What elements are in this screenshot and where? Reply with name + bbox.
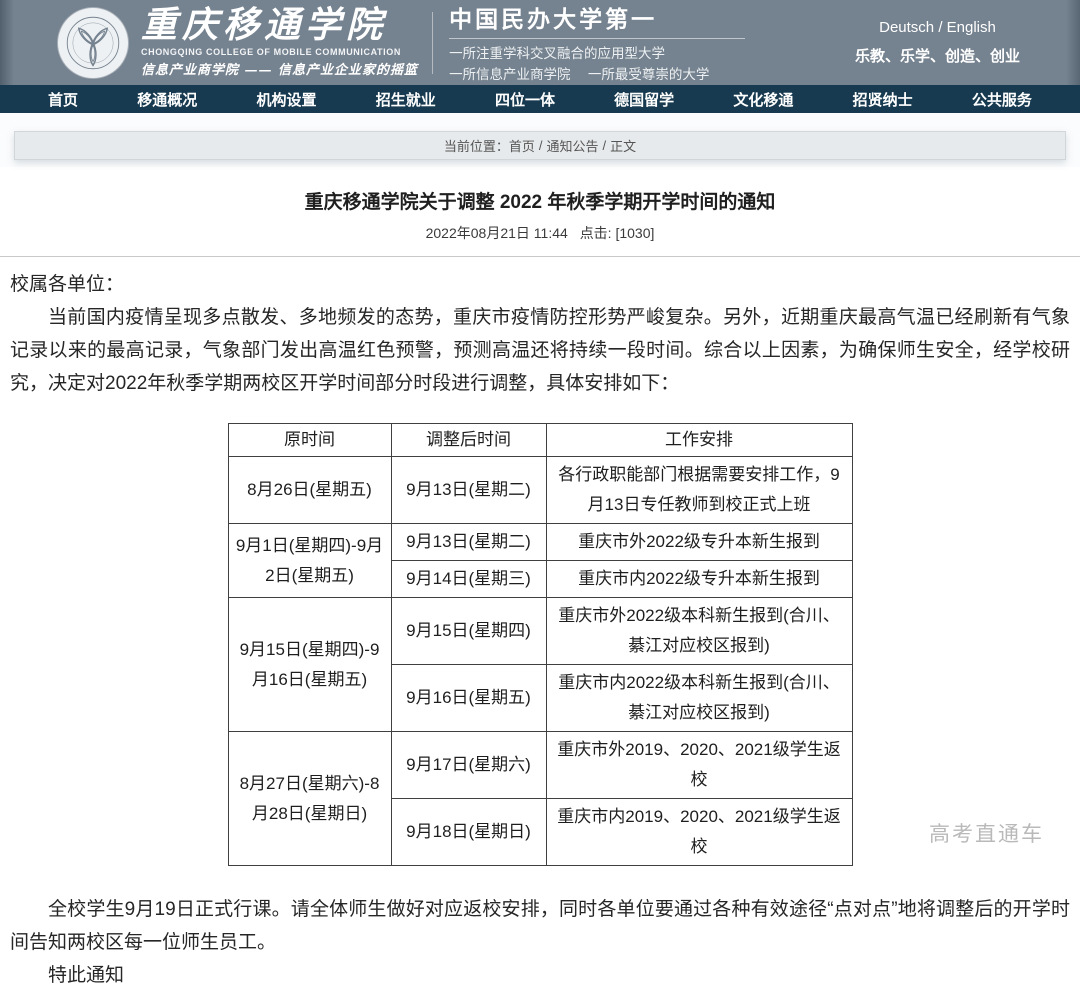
university-name: 重庆移通学院 bbox=[141, 7, 418, 44]
original-time-cell: 8月26日(星期五) bbox=[228, 457, 391, 524]
adjusted-time-cell: 9月16日(星期五) bbox=[391, 665, 546, 732]
main-nav: 首页 移通概况 机构设置 招生就业 四位一体 德国留学 文化移通 招贤纳士 公共… bbox=[0, 85, 1080, 113]
original-time-cell: 8月27日(星期六)-8月28日(星期日) bbox=[228, 732, 391, 866]
nav-item-organization[interactable]: 机构设置 bbox=[256, 89, 316, 110]
work-cell: 重庆市内2019、2020、2021级学生返校 bbox=[546, 799, 852, 866]
breadcrumb-notices[interactable]: 通知公告 bbox=[547, 136, 599, 155]
nav-item-study-germany[interactable]: 德国留学 bbox=[614, 89, 674, 110]
site-header: 重庆移通学院 CHONGQING COLLEGE OF MOBILE COMMU… bbox=[0, 0, 1080, 85]
logo-text-block: 重庆移通学院 CHONGQING COLLEGE OF MOBILE COMMU… bbox=[141, 7, 418, 78]
adjusted-time-cell: 9月13日(星期二) bbox=[391, 457, 546, 524]
article-meta: 2022年08月21日 11:44 点击: [1030] bbox=[10, 223, 1070, 243]
university-seal-icon bbox=[58, 8, 128, 78]
work-cell: 重庆市内2022级专升本新生报到 bbox=[546, 561, 852, 598]
breadcrumb-separator: / bbox=[539, 138, 543, 153]
language-switch-link[interactable]: Deutsch / English bbox=[855, 19, 1020, 36]
nav-item-four-in-one[interactable]: 四位一体 bbox=[495, 89, 555, 110]
nav-item-culture[interactable]: 文化移通 bbox=[733, 89, 793, 110]
slogan-line-1: 一所注重学科交叉融合的应用型大学 bbox=[449, 43, 749, 64]
adjusted-time-cell: 9月13日(星期二) bbox=[391, 524, 546, 561]
slogan-line-2: 一所信息产业商学院 一所最受尊崇的大学 bbox=[449, 64, 749, 85]
breadcrumb: 当前位置： 首页 / 通知公告 / 正文 bbox=[14, 131, 1066, 160]
nav-item-admissions[interactable]: 招生就业 bbox=[376, 89, 436, 110]
paragraph-intro: 当前国内疫情呈现多点散发、多地频发的态势，重庆市疫情防控形势严峻复杂。另外，近期… bbox=[10, 301, 1070, 400]
header-right-block: Deutsch / English 乐教、乐学、创造、创业 bbox=[855, 19, 1020, 66]
adjusted-time-cell: 9月18日(星期日) bbox=[391, 799, 546, 866]
work-cell: 各行政职能部门根据需要安排工作，9月13日专任教师到校正式上班 bbox=[546, 457, 852, 524]
column-header-work-arrangement: 工作安排 bbox=[546, 424, 852, 457]
trefoil-emblem-icon bbox=[65, 15, 121, 71]
breadcrumb-current: 正文 bbox=[610, 136, 636, 155]
breadcrumb-label: 当前位置： bbox=[444, 136, 509, 155]
article-title: 重庆移通学院关于调整 2022 年秋季学期开学时间的通知 bbox=[10, 167, 1070, 214]
site-logo[interactable]: 重庆移通学院 CHONGQING COLLEGE OF MOBILE COMMU… bbox=[58, 7, 418, 78]
hit-counter: 点击: [1030] bbox=[580, 225, 655, 241]
nav-item-recruitment[interactable]: 招贤纳士 bbox=[853, 89, 913, 110]
column-header-original-time: 原时间 bbox=[228, 424, 391, 457]
header-slogan-block: 中国民办大学第一 一所注重学科交叉融合的应用型大学 一所信息产业商学院 一所最受… bbox=[449, 0, 749, 85]
adjusted-time-cell: 9月14日(星期三) bbox=[391, 561, 546, 598]
original-time-cell: 9月1日(星期四)-9月2日(星期五) bbox=[228, 524, 391, 598]
slogan-rule bbox=[449, 38, 745, 39]
university-tagline: 信息产业商学院 —— 信息产业企业家的摇篮 bbox=[141, 59, 418, 78]
paragraph-closing: 全校学生9月19日正式行课。请全体师生做好对应返校安排，同时各单位要通过各种有效… bbox=[10, 893, 1070, 959]
work-cell: 重庆市外2022级本科新生报到(合川、綦江对应校区报到) bbox=[546, 598, 852, 665]
nav-item-home[interactable]: 首页 bbox=[48, 89, 78, 110]
university-name-english: CHONGQING COLLEGE OF MOBILE COMMUNICATIO… bbox=[141, 47, 418, 57]
breadcrumb-separator: / bbox=[603, 138, 607, 153]
table-row: 9月1日(星期四)-9月2日(星期五) 9月13日(星期二) 重庆市外2022级… bbox=[228, 524, 852, 561]
article-content: 重庆移通学院关于调整 2022 年秋季学期开学时间的通知 2022年08月21日… bbox=[0, 167, 1080, 992]
table-row: 8月27日(星期六)-8月28日(星期日) 9月17日(星期六) 重庆市外201… bbox=[228, 732, 852, 799]
schedule-table: 原时间 调整后时间 工作安排 8月26日(星期五) 9月13日(星期二) 各行政… bbox=[228, 423, 853, 866]
work-cell: 重庆市外2022级专升本新生报到 bbox=[546, 524, 852, 561]
salutation: 校属各单位： bbox=[10, 268, 1070, 301]
adjusted-time-cell: 9月15日(星期四) bbox=[391, 598, 546, 665]
breadcrumb-home[interactable]: 首页 bbox=[509, 136, 535, 155]
nav-item-public-service[interactable]: 公共服务 bbox=[972, 89, 1032, 110]
work-cell: 重庆市内2022级本科新生报到(合川、綦江对应校区报到) bbox=[546, 665, 852, 732]
publish-date: 2022年08月21日 11:44 bbox=[426, 225, 568, 241]
slogan-headline: 中国民办大学第一 bbox=[449, 0, 749, 34]
table-row: 8月26日(星期五) 9月13日(星期二) 各行政职能部门根据需要安排工作，9月… bbox=[228, 457, 852, 524]
work-cell: 重庆市外2019、2020、2021级学生返校 bbox=[546, 732, 852, 799]
school-motto: 乐教、乐学、创造、创业 bbox=[855, 45, 1020, 66]
title-divider bbox=[0, 256, 1080, 257]
header-divider bbox=[432, 12, 433, 74]
original-time-cell: 9月15日(星期四)-9月16日(星期五) bbox=[228, 598, 391, 732]
table-header-row: 原时间 调整后时间 工作安排 bbox=[228, 424, 852, 457]
column-header-adjusted-time: 调整后时间 bbox=[391, 424, 546, 457]
paragraph-notice: 特此通知 bbox=[10, 959, 1070, 992]
breadcrumb-strip: 当前位置： 首页 / 通知公告 / 正文 bbox=[0, 113, 1080, 167]
table-row: 9月15日(星期四)-9月16日(星期五) 9月15日(星期四) 重庆市外202… bbox=[228, 598, 852, 665]
nav-item-overview[interactable]: 移通概况 bbox=[137, 89, 197, 110]
adjusted-time-cell: 9月17日(星期六) bbox=[391, 732, 546, 799]
watermark: 高考直通车 bbox=[929, 818, 1044, 848]
